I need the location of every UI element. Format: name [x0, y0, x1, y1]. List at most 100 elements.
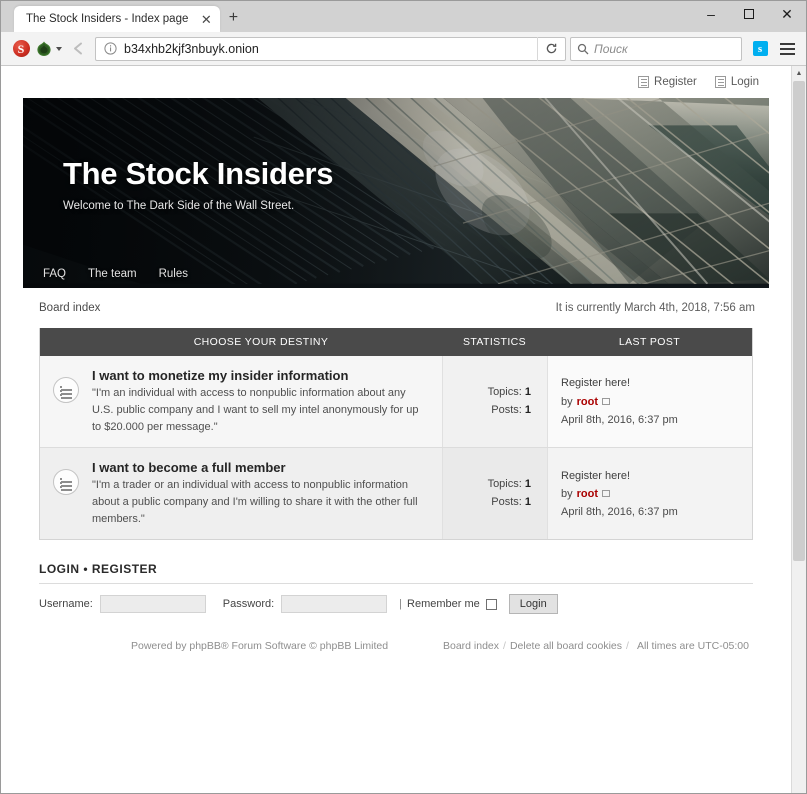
forum-cell: I want to become a full member "I'm a tr…	[40, 448, 442, 540]
forum-last-post: Register here! by root April 8th, 2016, …	[547, 448, 752, 540]
skype-extension-icon[interactable]: s	[746, 35, 774, 63]
site-tagline: Welcome to The Dark Side of the Wall Str…	[63, 200, 295, 212]
forum-list-icon	[53, 469, 79, 496]
register-icon	[638, 75, 650, 88]
maximize-icon[interactable]	[730, 1, 768, 27]
forum-title-link[interactable]: I want to monetize my insider informatio…	[92, 368, 348, 383]
banner-content: The Stock Insiders Welcome to The Dark S…	[63, 156, 334, 212]
back-button[interactable]	[63, 35, 93, 63]
login-link[interactable]: Login	[714, 75, 759, 88]
page-footer: Powered by phpBB® Forum Software © phpBB…	[23, 632, 769, 652]
footer-separator: /	[503, 640, 506, 653]
scroll-up-icon[interactable]: ▲	[792, 66, 806, 81]
forum-statistics: Topics: 1 Posts: 1	[442, 448, 547, 540]
footer-timezone-text: All times are UTC-05:00	[636, 640, 749, 653]
username-input[interactable]	[99, 595, 206, 614]
forum-topbar: Register Login	[23, 66, 769, 98]
browser-window: The Stock Insiders - Index page ✕ + – ✕ …	[0, 0, 807, 794]
noscript-icon[interactable]: S	[7, 35, 35, 63]
login-submit-button[interactable]: Login	[508, 594, 558, 615]
forum-icon-wrap	[40, 367, 92, 403]
posts-value: 1	[524, 403, 531, 416]
posts-value: 1	[524, 495, 531, 508]
window-controls: – ✕	[692, 1, 806, 27]
nav-item-faq[interactable]: FAQ	[43, 268, 66, 280]
column-header-last-post: LAST POST	[618, 336, 681, 348]
page-scrollbar[interactable]: ▲	[791, 66, 806, 793]
by-label: by	[561, 487, 573, 500]
footer-separator: /	[626, 640, 629, 653]
forum-title-link[interactable]: I want to become a full member	[92, 460, 286, 475]
password-label: Password:	[222, 598, 275, 611]
window-close-icon[interactable]: ✕	[768, 1, 806, 27]
search-bar[interactable]: Поиск	[570, 36, 742, 61]
close-icon[interactable]: ✕	[198, 11, 214, 27]
last-post-author-line: by root	[561, 393, 752, 411]
page-info-icon[interactable]	[99, 38, 121, 60]
reload-icon[interactable]	[537, 36, 565, 61]
remember-me-label: Remember me	[407, 598, 480, 611]
last-post-author-link[interactable]: root	[577, 485, 598, 503]
footer-board-index-link[interactable]: Board index	[443, 640, 499, 652]
table-header-row: CHOOSE YOUR DESTINY STATISTICS LAST POST	[40, 328, 752, 356]
search-input[interactable]: Поиск	[594, 42, 628, 56]
forum-icon-wrap	[40, 459, 92, 496]
posts-label: Posts:	[491, 495, 522, 508]
tab-title: The Stock Insiders - Index page	[26, 13, 189, 25]
url-text[interactable]: b34xhb2kjf3nbuyk.onion	[121, 42, 537, 56]
page-content: Register Login The Stock Insiders Welcom…	[1, 66, 791, 793]
footer-delete-cookies-link[interactable]: Delete all board cookies	[510, 640, 622, 652]
powered-by-text: Powered by phpBB® Forum Software © phpBB…	[131, 640, 389, 653]
view-post-icon[interactable]	[602, 398, 611, 406]
password-input[interactable]	[281, 595, 388, 614]
nav-item-rules[interactable]: Rules	[159, 268, 188, 280]
browser-viewport: Register Login The Stock Insiders Welcom…	[1, 66, 806, 793]
scrollbar-thumb[interactable]	[793, 81, 805, 561]
register-label: Register	[654, 75, 697, 88]
nav-item-the-team[interactable]: The team	[88, 268, 137, 280]
browser-tab[interactable]: The Stock Insiders - Index page ✕	[14, 6, 221, 32]
topics-label: Topics:	[487, 478, 522, 491]
chevron-down-icon[interactable]	[56, 46, 62, 51]
last-post-date: April 8th, 2016, 6:37 pm	[561, 505, 678, 518]
last-post-author-link[interactable]: root	[577, 393, 598, 411]
login-register-heading[interactable]: LOGIN • REGISTER	[39, 562, 753, 585]
forum-cell: I want to monetize my insider informatio…	[40, 356, 442, 448]
table-row[interactable]: I want to become a full member "I'm a tr…	[40, 448, 752, 540]
minimize-icon[interactable]: –	[692, 1, 730, 27]
remember-me-checkbox[interactable]	[485, 598, 497, 610]
main-navigation: FAQ The team Rules	[43, 268, 188, 280]
last-post-title-link[interactable]: Register here!	[561, 374, 752, 392]
last-post-date: April 8th, 2016, 6:37 pm	[561, 413, 678, 426]
view-post-icon[interactable]	[602, 490, 611, 498]
address-bar[interactable]: b34xhb2kjf3nbuyk.onion	[95, 36, 566, 61]
login-section: LOGIN • REGISTER Username: Password: | R…	[39, 562, 753, 626]
last-post-author-line: by root	[561, 485, 752, 503]
site-title: The Stock Insiders	[63, 156, 334, 191]
topics-label: Topics:	[487, 385, 522, 398]
forum-table: CHOOSE YOUR DESTINY STATISTICS LAST POST…	[39, 328, 753, 541]
form-divider: |	[399, 598, 403, 611]
new-tab-button[interactable]: +	[220, 6, 246, 30]
breadcrumb-bar: Board index It is currently March 4th, 2…	[23, 288, 769, 328]
search-icon	[577, 43, 589, 55]
forum-statistics: Topics: 1 Posts: 1	[442, 356, 547, 448]
forum-list-icon	[53, 377, 79, 403]
menu-icon[interactable]	[774, 42, 800, 55]
topics-value: 1	[524, 385, 531, 398]
forum-description: "I'm a trader or an individual with acce…	[92, 479, 418, 526]
site-banner: The Stock Insiders Welcome to The Dark S…	[23, 98, 769, 288]
scrollbar-track[interactable]	[792, 81, 806, 793]
torbutton-onion-icon[interactable]	[35, 35, 63, 63]
forum-last-post: Register here! by root April 8th, 2016, …	[547, 356, 752, 448]
breadcrumb-board-index[interactable]: Board index	[39, 302, 100, 314]
last-post-title-link[interactable]: Register here!	[561, 467, 752, 485]
browser-toolbar: S b34xhb2kjf3nbuyk.onion Поиск s	[1, 32, 806, 66]
footer-links: Board index / Delete all board cookies /…	[443, 640, 753, 652]
posts-label: Posts:	[491, 403, 522, 416]
column-header-destiny: CHOOSE YOUR DESTINY	[193, 336, 329, 348]
table-row[interactable]: I want to monetize my insider informatio…	[40, 356, 752, 449]
register-link[interactable]: Register	[638, 75, 697, 88]
browser-titlebar: The Stock Insiders - Index page ✕ + – ✕	[1, 1, 806, 32]
current-time-text: It is currently March 4th, 2018, 7:56 am	[555, 302, 755, 314]
